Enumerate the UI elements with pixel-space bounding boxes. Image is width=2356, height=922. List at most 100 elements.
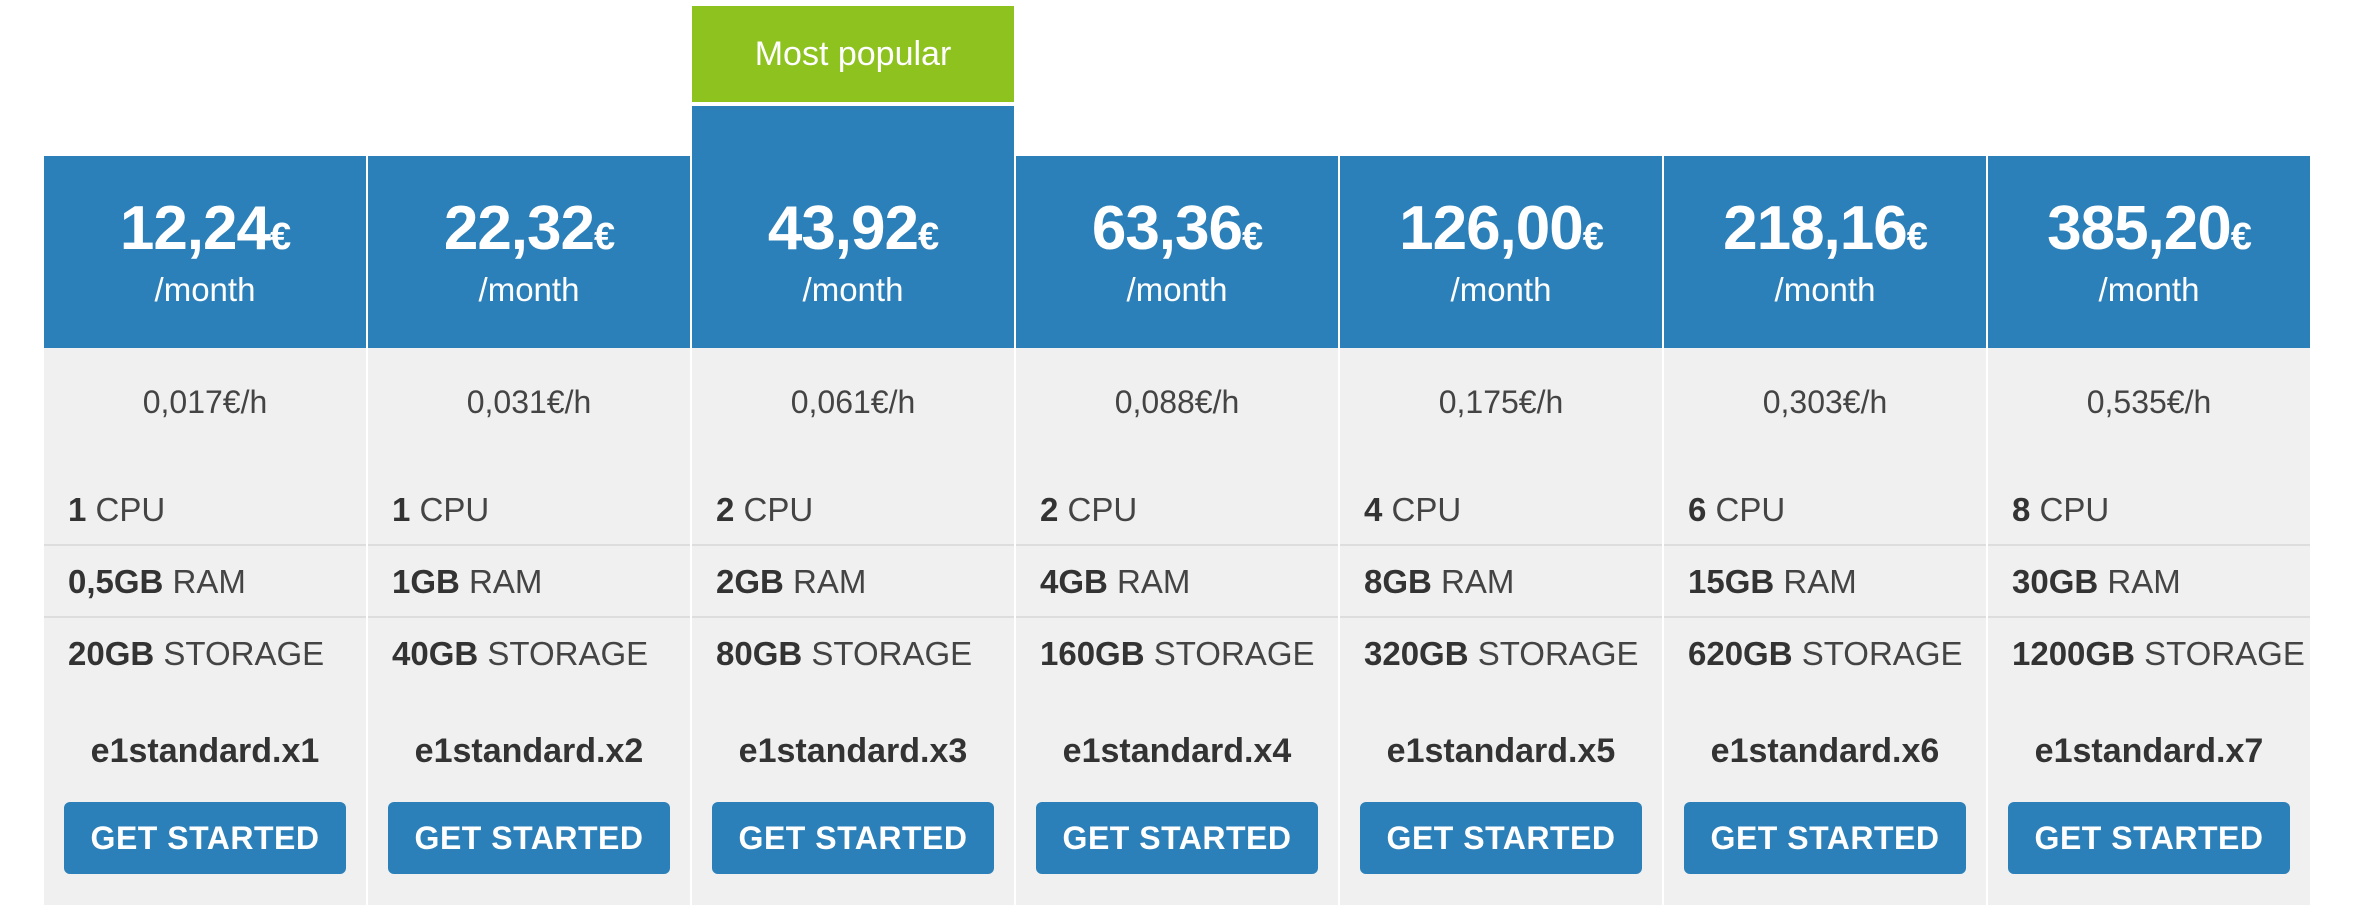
cpu-value: 1 — [392, 491, 411, 528]
plan-name: e1standard.x6 — [1710, 732, 1940, 770]
get-started-button[interactable]: GET STARTED — [2008, 802, 2290, 874]
plan-card-x7: 385,20€ /month 0,535€/h 8 CPU 30GB RAM 1… — [1988, 0, 2310, 905]
cpu-label: CPU — [1067, 491, 1138, 528]
hourly-price: 0,535€/h — [2086, 384, 2212, 420]
cpu-label: CPU — [419, 491, 490, 528]
plan-details: 0,303€/h 6 CPU 15GB RAM 620GB STORAGE e1… — [1664, 348, 1986, 905]
price-amount: 43,92 — [767, 194, 919, 263]
price-header: 22,32€ /month — [368, 156, 690, 348]
price-period: /month — [1450, 271, 1552, 308]
cpu-value: 2 — [1040, 491, 1059, 528]
plan-card-x5: 126,00€ /month 0,175€/h 4 CPU 8GB RAM 32… — [1340, 0, 1662, 905]
ram-label: RAM — [1117, 563, 1191, 600]
spec-cpu: 1 CPU — [368, 474, 690, 546]
plan-card-x6: 218,16€ /month 0,303€/h 6 CPU 15GB RAM 6… — [1664, 0, 1986, 905]
price-amount: 22,32 — [443, 194, 595, 263]
get-started-button[interactable]: GET STARTED — [64, 802, 346, 874]
storage-label: STORAGE — [163, 635, 325, 672]
storage-label: STORAGE — [1477, 635, 1639, 672]
hourly-price: 0,061€/h — [790, 384, 916, 420]
pricing-table: 12,24€ /month 0,017€/h 1 CPU 0,5GB RAM 2… — [44, 0, 2314, 905]
ram-label: RAM — [1441, 563, 1515, 600]
price-header: 63,36€ /month — [1016, 156, 1338, 348]
plan-name: e1standard.x1 — [90, 732, 320, 770]
spec-ram: 8GB RAM — [1340, 546, 1662, 618]
spec-cpu: 6 CPU — [1664, 474, 1986, 546]
cpu-label: CPU — [1391, 491, 1462, 528]
spec-storage: 1200GB STORAGE — [1988, 618, 2310, 690]
hourly-price: 0,017€/h — [142, 384, 268, 420]
price-period: /month — [802, 271, 904, 308]
price-header: 218,16€ /month — [1664, 156, 1986, 348]
plan-card-x3: Most popular 43,92€ /month 0,061€/h 2 CP… — [692, 0, 1014, 905]
storage-label: STORAGE — [2144, 635, 2305, 672]
currency-symbol: € — [2230, 216, 2252, 258]
currency-symbol: € — [1242, 216, 1263, 258]
hourly-price: 0,088€/h — [1114, 384, 1240, 420]
cpu-label: CPU — [743, 491, 814, 528]
storage-value: 320GB — [1364, 635, 1469, 672]
spec-ram: 0,5GB RAM — [44, 546, 366, 618]
ram-value: 2GB — [716, 563, 784, 600]
plan-name: e1standard.x4 — [1062, 732, 1292, 770]
storage-value: 20GB — [68, 635, 155, 672]
price-header: 12,24€ /month — [44, 156, 366, 348]
ram-value: 1GB — [392, 563, 460, 600]
storage-value: 40GB — [392, 635, 479, 672]
ram-label: RAM — [1783, 563, 1857, 600]
spec-cpu: 8 CPU — [1988, 474, 2310, 546]
ram-label: RAM — [469, 563, 543, 600]
price-period: /month — [1126, 271, 1228, 308]
price-amount: 12,24 — [119, 194, 271, 263]
get-started-button[interactable]: GET STARTED — [1036, 802, 1318, 874]
storage-label: STORAGE — [1153, 635, 1315, 672]
cpu-value: 4 — [1364, 491, 1383, 528]
spec-storage: 620GB STORAGE — [1664, 618, 1986, 690]
storage-label: STORAGE — [1801, 635, 1963, 672]
spec-ram: 1GB RAM — [368, 546, 690, 618]
currency-symbol: € — [594, 216, 615, 258]
hourly-price: 0,303€/h — [1762, 384, 1888, 420]
ram-value: 4GB — [1040, 563, 1108, 600]
price-period: /month — [154, 271, 256, 308]
spec-cpu: 2 CPU — [692, 474, 1014, 546]
ram-value: 15GB — [1688, 563, 1775, 600]
spec-storage: 80GB STORAGE — [692, 618, 1014, 690]
get-started-button[interactable]: GET STARTED — [1684, 802, 1966, 874]
storage-value: 160GB — [1040, 635, 1145, 672]
spec-storage: 160GB STORAGE — [1016, 618, 1338, 690]
spec-storage: 40GB STORAGE — [368, 618, 690, 690]
plan-details: 0,031€/h 1 CPU 1GB RAM 40GB STORAGE e1st… — [368, 348, 690, 905]
cpu-value: 6 — [1688, 491, 1707, 528]
storage-label: STORAGE — [811, 635, 973, 672]
ram-value: 0,5GB — [68, 563, 164, 600]
price-amount: 63,36 — [1091, 194, 1243, 263]
ram-label: RAM — [172, 563, 246, 600]
storage-value: 1200GB — [2012, 635, 2135, 672]
cpu-value: 2 — [716, 491, 735, 528]
get-started-button[interactable]: GET STARTED — [712, 802, 994, 874]
price-header: 43,92€ /month — [692, 106, 1014, 348]
currency-symbol: € — [270, 216, 291, 258]
ram-label: RAM — [793, 563, 867, 600]
spec-storage: 320GB STORAGE — [1340, 618, 1662, 690]
plan-details: 0,535€/h 8 CPU 30GB RAM 1200GB STORAGE e… — [1988, 348, 2310, 905]
spec-storage: 20GB STORAGE — [44, 618, 366, 690]
currency-symbol: € — [918, 216, 939, 258]
cpu-label: CPU — [95, 491, 166, 528]
cpu-value: 1 — [68, 491, 87, 528]
get-started-button[interactable]: GET STARTED — [388, 802, 670, 874]
storage-label: STORAGE — [487, 635, 649, 672]
storage-value: 80GB — [716, 635, 803, 672]
price-amount: 385,20 — [2047, 194, 2232, 263]
get-started-button[interactable]: GET STARTED — [1360, 802, 1642, 874]
plan-card-x2: 22,32€ /month 0,031€/h 1 CPU 1GB RAM 40G… — [368, 0, 690, 905]
price-period: /month — [1774, 271, 1876, 308]
spec-ram: 4GB RAM — [1016, 546, 1338, 618]
plan-name: e1standard.x3 — [738, 732, 968, 770]
plan-name: e1standard.x7 — [2034, 732, 2264, 770]
plan-details: 0,088€/h 2 CPU 4GB RAM 160GB STORAGE e1s… — [1016, 348, 1338, 905]
plan-name: e1standard.x5 — [1386, 732, 1616, 770]
plan-details: 0,061€/h 2 CPU 2GB RAM 80GB STORAGE e1st… — [692, 348, 1014, 905]
hourly-price: 0,175€/h — [1438, 384, 1564, 420]
